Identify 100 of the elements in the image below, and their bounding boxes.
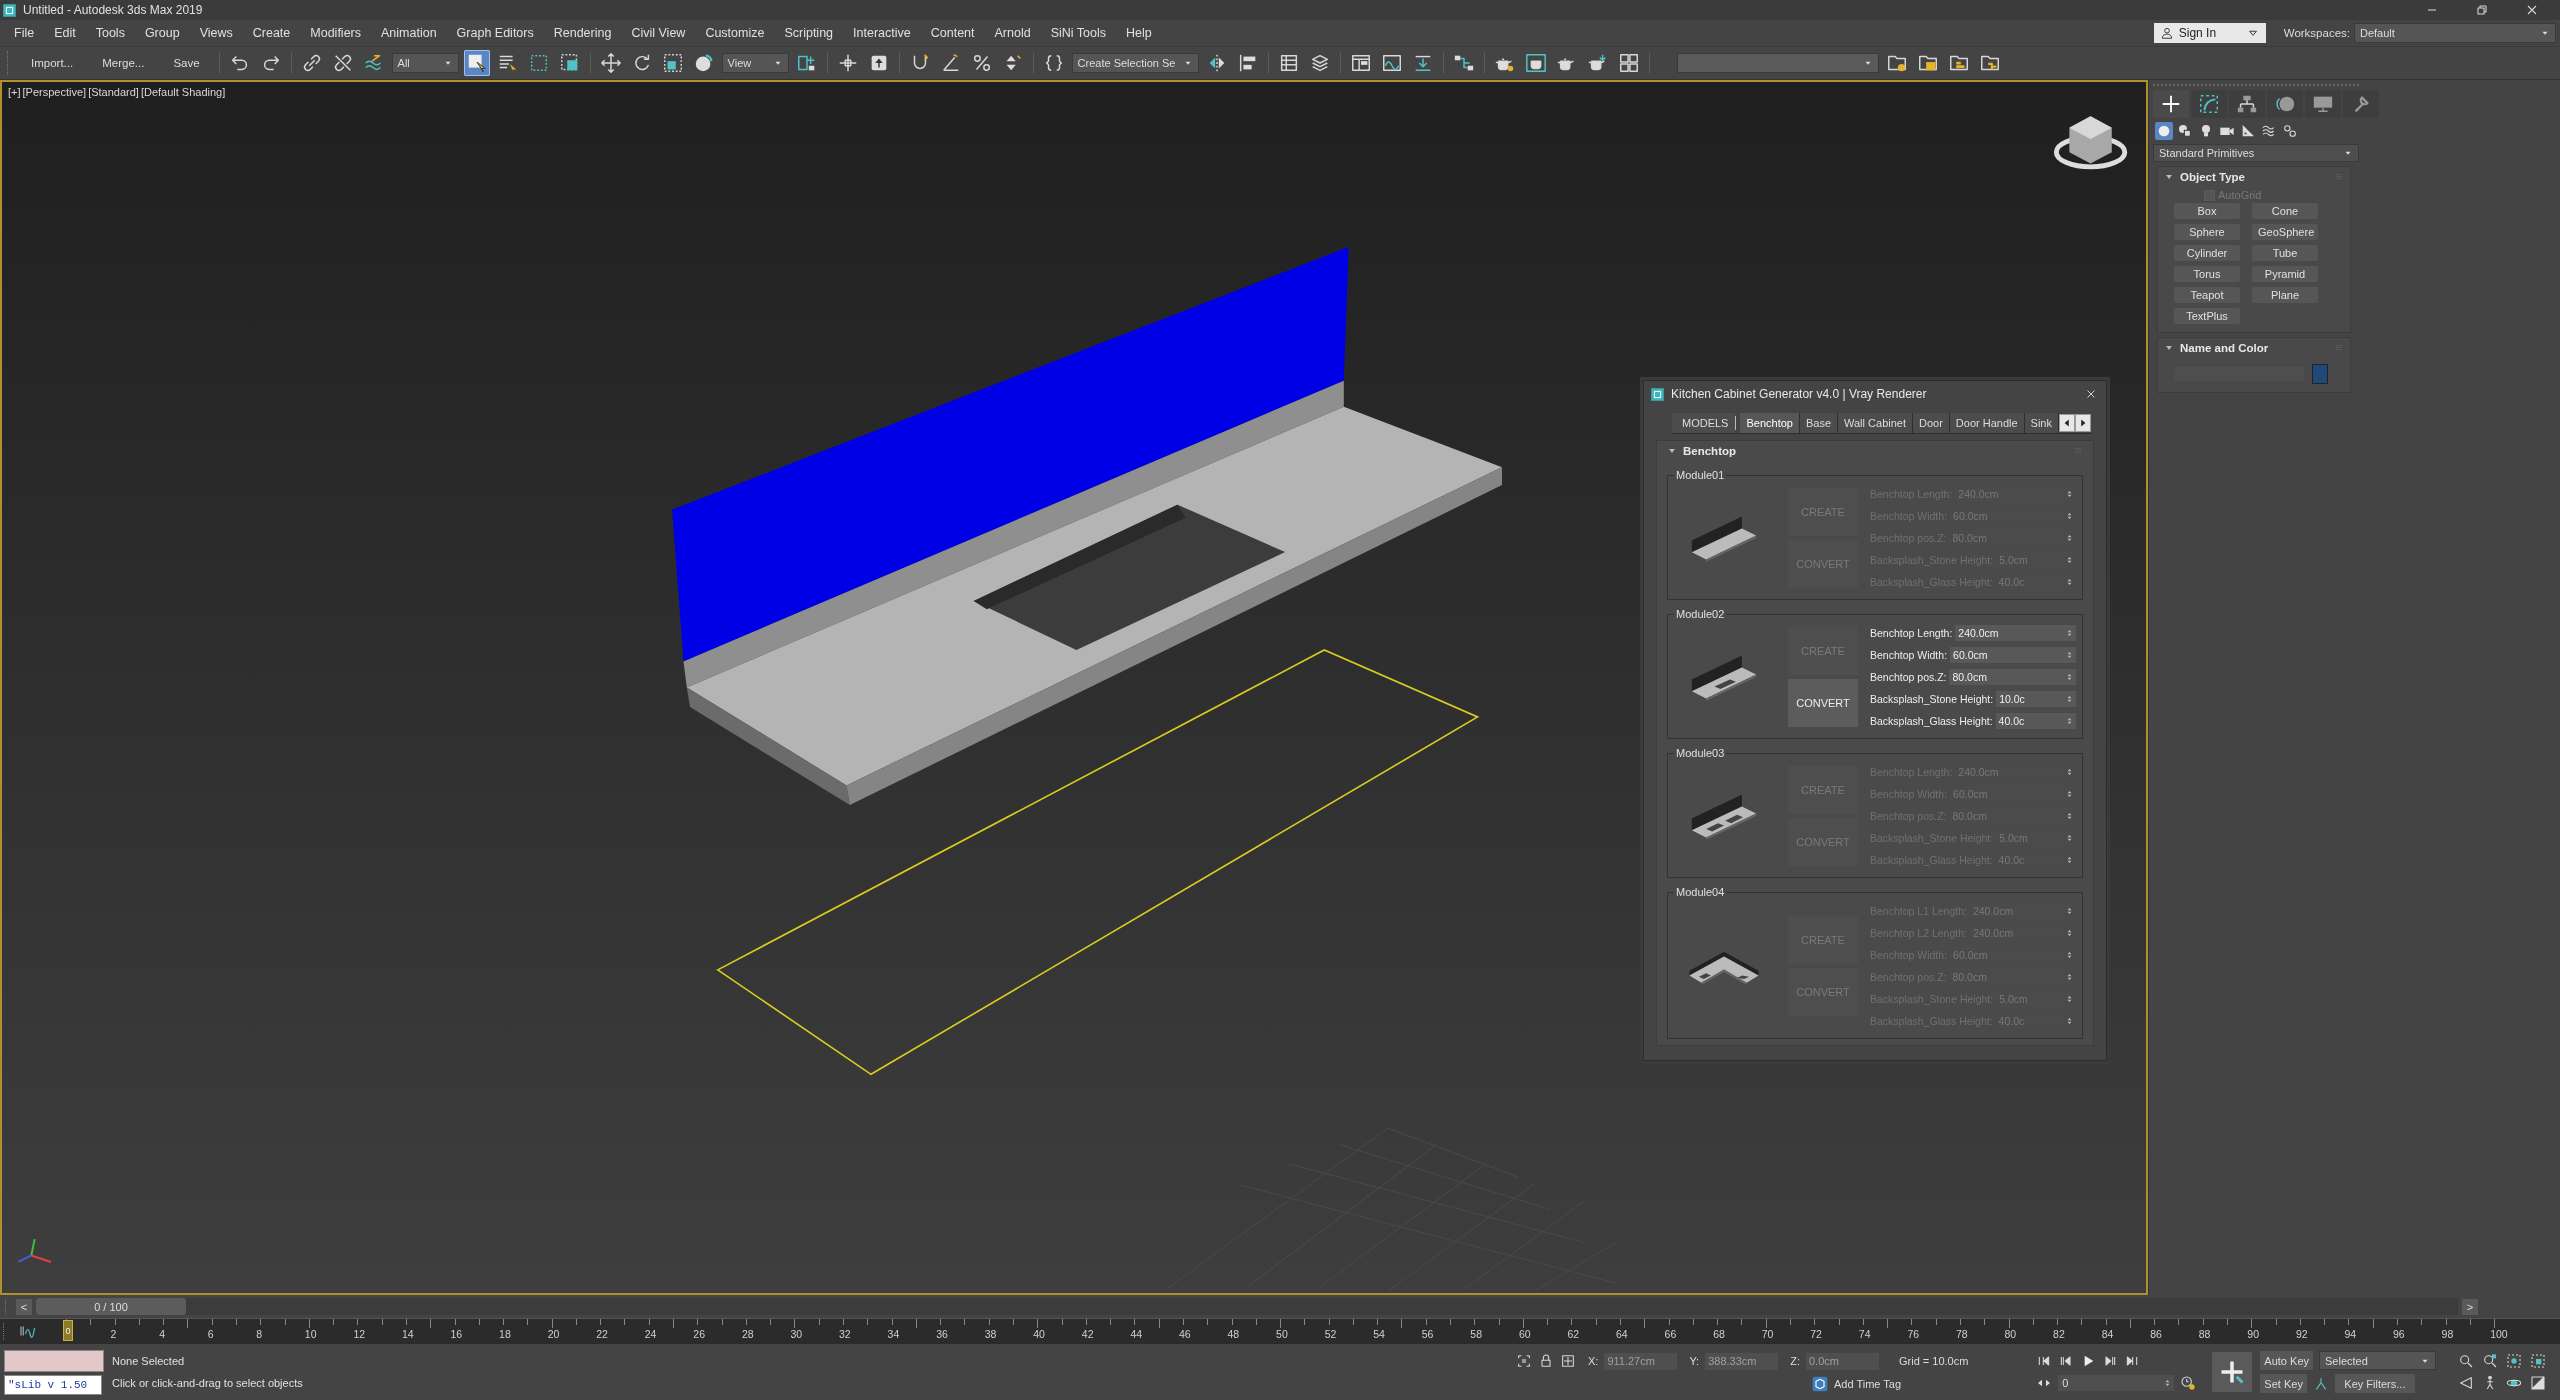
menu-item[interactable]: Create: [242, 26, 301, 40]
zoom-all-icon[interactable]: [2482, 1353, 2498, 1369]
zoom-extents-icon[interactable]: [2506, 1353, 2522, 1369]
rollout-title[interactable]: Object Type: [2180, 171, 2245, 183]
time-slider-thumb[interactable]: 0 / 100: [36, 1298, 186, 1315]
zoom-icon[interactable]: [2458, 1353, 2474, 1369]
isolate-frame-icon[interactable]: [1516, 1353, 1532, 1369]
toolbar-dropdown[interactable]: All: [391, 53, 459, 73]
object-button[interactable]: Tube: [2252, 245, 2318, 261]
menu-item[interactable]: Interactive: [843, 26, 921, 40]
color-swatch[interactable]: [2312, 364, 2328, 384]
listener-field[interactable]: [4, 1349, 104, 1372]
auto-key-button[interactable]: Auto Key: [2260, 1351, 2313, 1370]
viewport-menu-label[interactable]: [+]: [8, 86, 21, 98]
toolbar-button[interactable]: Merge...: [90, 51, 157, 75]
frame-field[interactable]: 0: [2058, 1375, 2175, 1391]
current-frame-marker[interactable]: 0: [63, 1320, 73, 1341]
workspaces-dropdown[interactable]: Default: [2354, 23, 2556, 43]
wrench-icon[interactable]: [2343, 90, 2379, 118]
number-field[interactable]: 60.0cm: [1950, 647, 2076, 663]
coordinate-field[interactable]: 388.33cm: [1705, 1352, 1779, 1370]
menu-item[interactable]: SiNi Tools: [1040, 26, 1116, 40]
zoom-extents-all-icon[interactable]: [2530, 1353, 2546, 1369]
rollout-title[interactable]: Benchtop: [1683, 445, 1737, 457]
viewport-menu-label[interactable]: [Standard]: [88, 86, 139, 98]
previous-frame-button[interactable]: <: [16, 1298, 32, 1315]
viewport-menu-label[interactable]: [Perspective]: [22, 86, 87, 98]
menu-item[interactable]: Edit: [44, 26, 86, 40]
object-button[interactable]: Torus: [2174, 266, 2240, 282]
circle-icon[interactable]: [2155, 122, 2173, 140]
menu-item[interactable]: File: [4, 26, 45, 40]
coordinate-field[interactable]: 0.0cm: [1805, 1352, 1879, 1370]
time-slider-track[interactable]: 0 / 100: [36, 1298, 2458, 1315]
set-key-button[interactable]: Set Key: [2260, 1374, 2307, 1393]
menu-item[interactable]: Group: [134, 26, 190, 40]
key-filters-button[interactable]: Key Filters...: [2334, 1374, 2415, 1393]
menu-item[interactable]: Help: [1116, 26, 1162, 40]
toolbar-dropdown[interactable]: View: [721, 53, 789, 73]
menu-item[interactable]: Views: [189, 26, 243, 40]
coordinate-field[interactable]: 911.27cm: [1604, 1352, 1678, 1370]
crosshair-square-icon[interactable]: [1560, 1353, 1576, 1369]
object-button[interactable]: Box: [2174, 203, 2240, 219]
object-button[interactable]: Cone: [2252, 203, 2318, 219]
menu-item[interactable]: Animation: [371, 26, 447, 40]
number-field[interactable]: 40.0c: [1995, 713, 2076, 729]
plus-icon[interactable]: [2153, 90, 2189, 118]
scroll-right-icon[interactable]: [2075, 414, 2091, 432]
menu-item[interactable]: Tools: [85, 26, 135, 40]
number-field[interactable]: 80.0cm: [1949, 669, 2076, 685]
maximize-viewport-icon[interactable]: [2530, 1375, 2546, 1391]
toolbar-button[interactable]: Save: [161, 51, 212, 75]
sign-in-button[interactable]: Sign In: [2153, 23, 2266, 43]
menu-item[interactable]: Content: [920, 26, 985, 40]
cube-tag-icon[interactable]: [1812, 1375, 1828, 1392]
toolbar-dropdown[interactable]: Create Selection Se: [1071, 53, 1200, 73]
frame-number: 76: [1907, 1328, 1920, 1340]
tab[interactable]: Base: [1799, 413, 1839, 433]
object-button[interactable]: TextPlus: [2174, 308, 2240, 324]
module-button[interactable]: CONVERT: [1788, 679, 1858, 727]
menu-item[interactable]: Arnold: [984, 26, 1041, 40]
menu-item[interactable]: Scripting: [774, 26, 844, 40]
object-button[interactable]: Sphere: [2174, 224, 2240, 240]
cursor-icon[interactable]: [463, 50, 490, 76]
category-dropdown[interactable]: Standard Primitives: [2153, 144, 2359, 162]
object-button[interactable]: Cylinder: [2174, 245, 2240, 261]
curve-square-icon[interactable]: [2191, 90, 2227, 118]
menu-item[interactable]: Graph Editors: [446, 26, 544, 40]
tab[interactable]: Wall Cabinet: [1838, 413, 1913, 433]
viewport[interactable]: [0, 80, 2148, 1295]
restore-icon[interactable]: [2474, 2, 2490, 18]
clock-gear-icon[interactable]: [2180, 1375, 2197, 1391]
number-field[interactable]: 10.0c: [1996, 691, 2076, 707]
tab[interactable]: Sink: [2024, 413, 2059, 433]
tab[interactable]: Benchtop: [1740, 413, 1800, 433]
tab[interactable]: Door: [1913, 413, 1950, 433]
object-button[interactable]: GeoSphere: [2252, 224, 2318, 240]
field-of-view-icon[interactable]: [2458, 1375, 2474, 1391]
add-time-tag-button[interactable]: Add Time Tag: [1834, 1377, 1902, 1390]
menu-item[interactable]: Modifiers: [300, 26, 371, 40]
rollout-title[interactable]: Name and Color: [2180, 342, 2269, 354]
number-field[interactable]: 240.0cm: [1955, 625, 2076, 641]
toolbar-button[interactable]: Import...: [19, 51, 86, 75]
menu-item[interactable]: Civil View: [621, 26, 696, 40]
viewcube-icon[interactable]: [2053, 116, 2128, 170]
lock-icon[interactable]: [1538, 1353, 1554, 1369]
object-button[interactable]: Plane: [2252, 287, 2318, 303]
viewport-menu-label[interactable]: [Default Shading]: [140, 86, 226, 98]
script-field[interactable]: "sLib v 1.50: [4, 1374, 102, 1395]
scroll-left-icon[interactable]: [2059, 414, 2075, 432]
menu-item[interactable]: Rendering: [543, 26, 622, 40]
menu-item[interactable]: Customize: [695, 26, 775, 40]
tab[interactable]: Door Handle: [1949, 413, 2025, 433]
next-frame-button[interactable]: >: [2462, 1298, 2478, 1315]
key-mode-dropdown[interactable]: Selected: [2319, 1351, 2436, 1370]
hierarchy-icon[interactable]: [2229, 90, 2265, 118]
object-button[interactable]: Pyramid: [2252, 266, 2318, 282]
object-button[interactable]: Teapot: [2174, 287, 2240, 303]
benchtop-drawing[interactable]: [672, 246, 1502, 805]
monitor-icon[interactable]: [2305, 90, 2341, 118]
frame-number: 10: [304, 1328, 317, 1340]
